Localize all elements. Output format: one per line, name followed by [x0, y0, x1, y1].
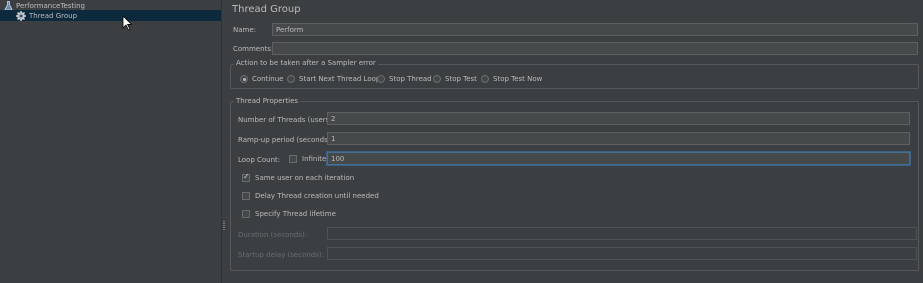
test-plan-tree: PerformanceTesting Thread Group [0, 0, 221, 283]
delay-creation-label: Delay Thread creation until needed [255, 192, 379, 200]
infinite-label: Infinite [302, 155, 327, 163]
page-title: Thread Group [232, 4, 301, 15]
delay-creation-row[interactable]: Delay Thread creation until needed [242, 192, 379, 200]
radio-label: Stop Test [445, 75, 477, 83]
radio-label: Stop Test Now [493, 75, 543, 83]
infinite-checkbox-row[interactable]: Infinite [289, 155, 326, 163]
name-field[interactable] [272, 23, 918, 36]
name-label: Name: [233, 26, 257, 34]
tree-item-label: PerformanceTesting [16, 1, 85, 10]
radio-button[interactable] [481, 75, 489, 83]
radio-stop-test[interactable]: Stop Test [433, 75, 477, 83]
duration-field [327, 227, 917, 240]
radio-button[interactable] [287, 75, 295, 83]
jmeter-window: PerformanceTesting Thread Group Thread G… [0, 0, 923, 283]
radio-continue[interactable]: Continue [240, 75, 283, 83]
splitter-grip-icon[interactable] [223, 221, 225, 231]
infinite-checkbox[interactable] [289, 155, 297, 163]
radio-stop-test-now[interactable]: Stop Test Now [481, 75, 542, 83]
startup-delay-label: Startup delay (seconds): [238, 251, 324, 259]
rampup-period-field[interactable] [327, 132, 910, 145]
threads-label: Number of Threads (users): [238, 116, 335, 124]
mouse-cursor-icon [122, 15, 132, 31]
comments-field[interactable] [272, 42, 918, 55]
comments-label: Comments: [233, 45, 274, 53]
radio-label: Stop Thread [389, 75, 432, 83]
thread-properties-group [230, 101, 919, 271]
startup-delay-field [327, 247, 917, 260]
thread-lifetime-checkbox[interactable] [242, 210, 250, 218]
panel-splitter[interactable] [221, 0, 227, 283]
radio-button[interactable] [433, 75, 441, 83]
flask-icon [3, 0, 13, 11]
thread-properties-title: Thread Properties [234, 97, 301, 105]
tree-item-label: Thread Group [29, 11, 78, 20]
same-user-label: Same user on each iteration [255, 174, 355, 182]
gear-icon [16, 10, 26, 21]
number-of-threads-field[interactable] [327, 112, 910, 125]
radio-label: Start Next Thread Loop [299, 75, 381, 83]
same-user-row[interactable]: Same user on each iteration [242, 172, 355, 182]
duration-label: Duration (seconds): [238, 231, 308, 239]
delay-creation-checkbox[interactable] [242, 192, 250, 200]
radio-button[interactable] [240, 75, 248, 83]
loop-count-field[interactable] [327, 152, 910, 165]
radio-start-next-thread-loop[interactable]: Start Next Thread Loop [287, 75, 380, 83]
loop-count-label: Loop Count: [238, 156, 281, 164]
thread-group-panel: Thread Group Name: Comments: Action to b… [228, 0, 923, 283]
thread-lifetime-label: Specify Thread lifetime [255, 210, 336, 218]
sampler-error-title: Action to be taken after a Sampler error [234, 59, 378, 67]
rampup-label: Ramp-up period (seconds): [238, 136, 333, 144]
thread-lifetime-row[interactable]: Specify Thread lifetime [242, 210, 336, 218]
radio-stop-thread[interactable]: Stop Thread [377, 75, 432, 83]
radio-label: Continue [252, 75, 284, 83]
same-user-checkbox[interactable] [242, 172, 250, 182]
tree-item-thread-group[interactable]: Thread Group [0, 10, 221, 21]
radio-button[interactable] [377, 75, 385, 83]
